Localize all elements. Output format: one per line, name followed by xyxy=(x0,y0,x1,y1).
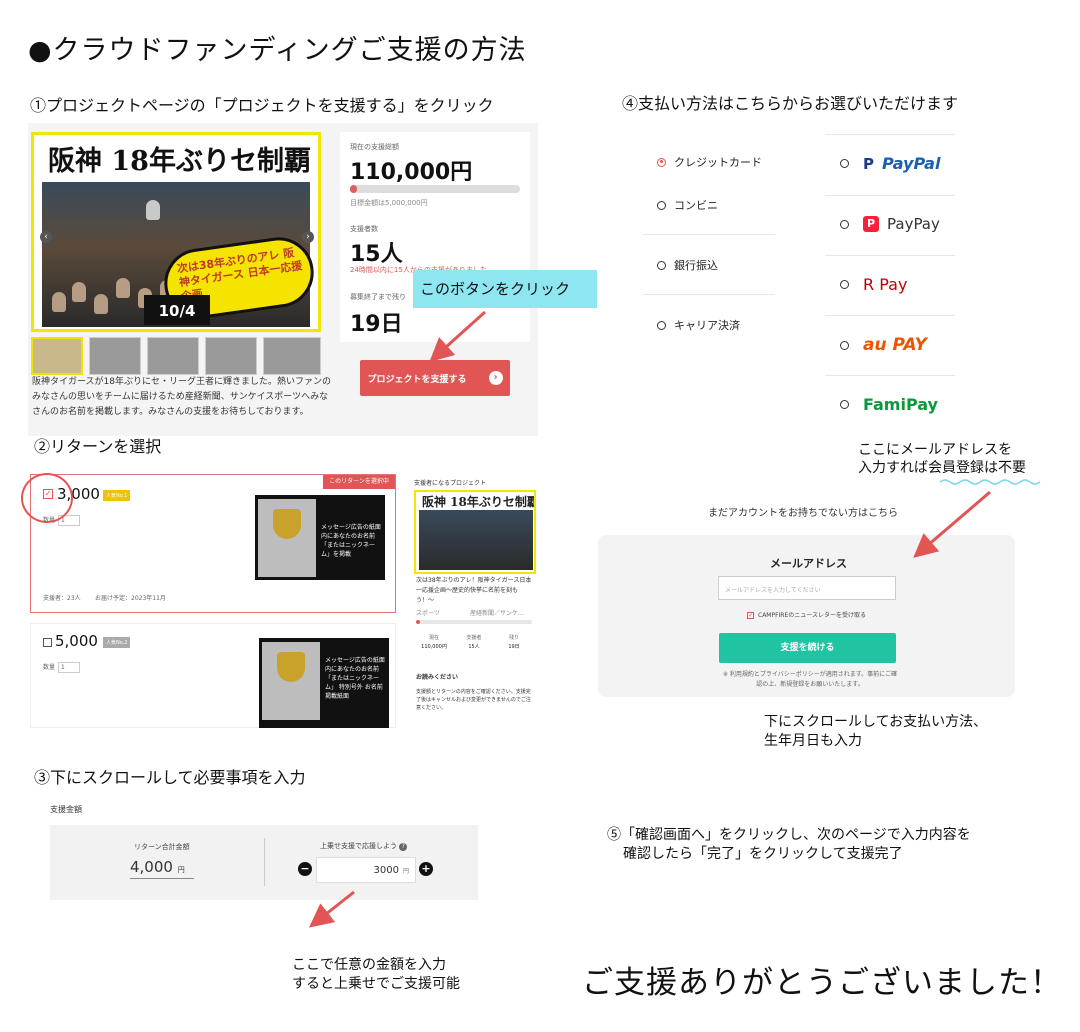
arrow-to-email-input xyxy=(913,490,991,558)
arrow-to-support-button xyxy=(429,310,487,363)
arrow-to-topup-input xyxy=(308,890,355,928)
wavy-underline xyxy=(939,479,1041,485)
annotation-arrows xyxy=(308,310,1041,928)
